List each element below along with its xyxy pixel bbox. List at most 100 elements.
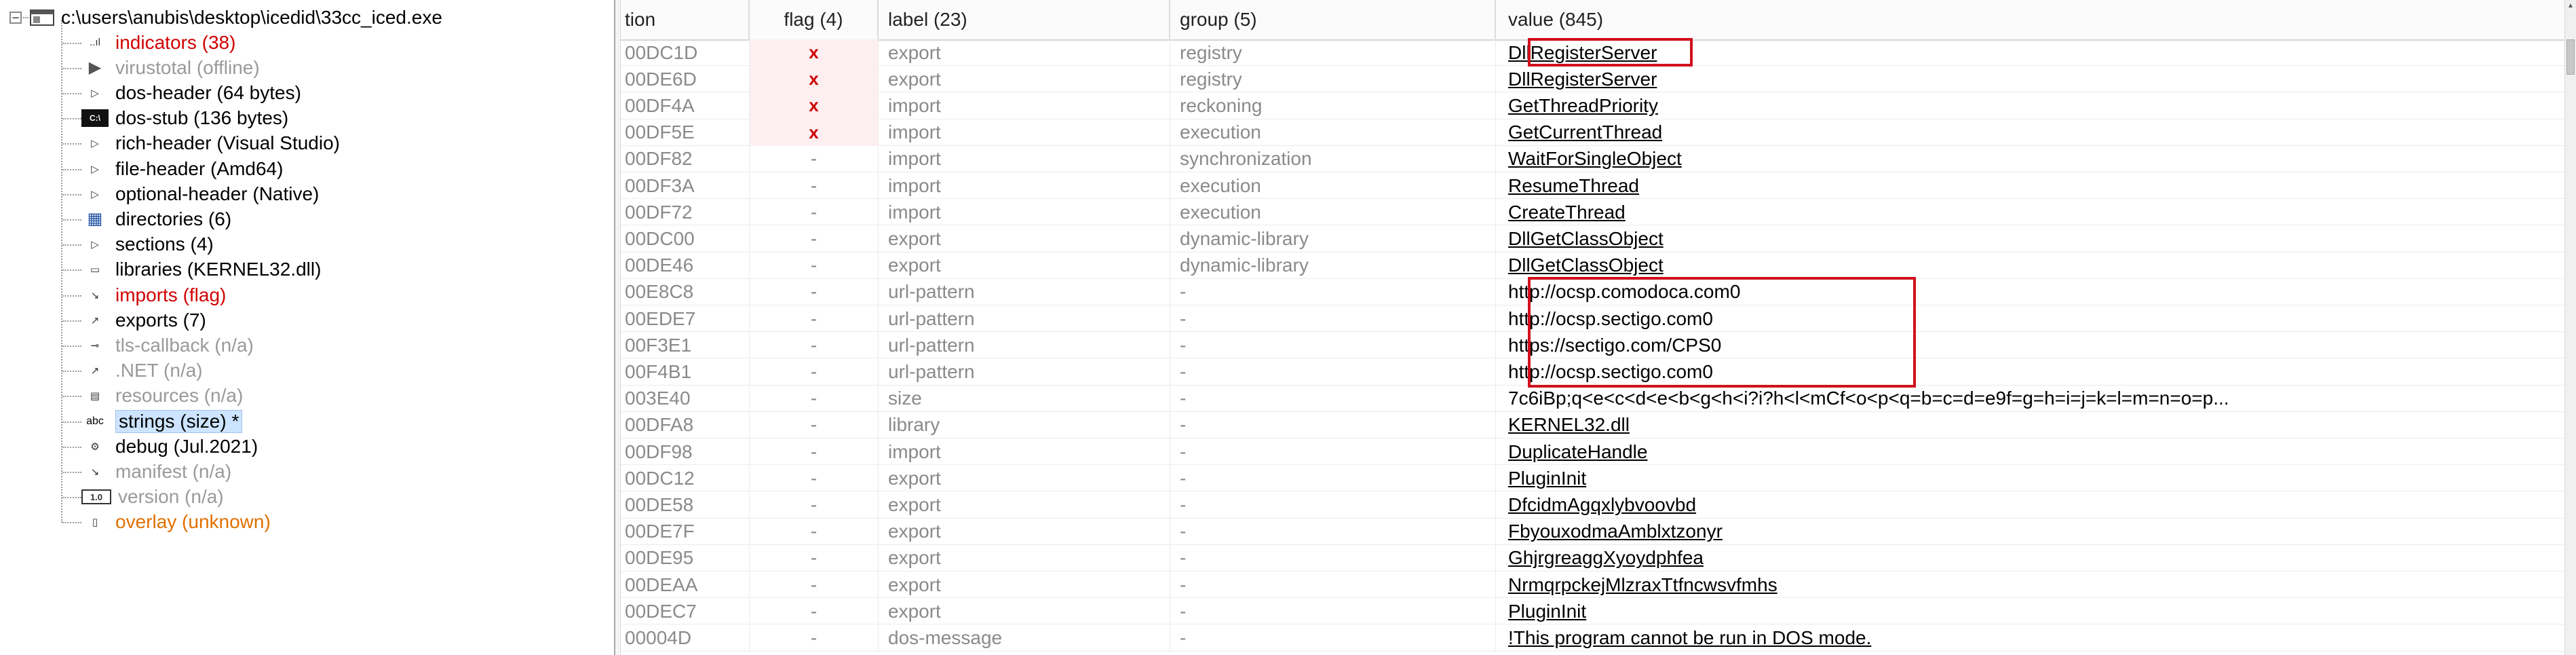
table-row[interactable]: 003E40 - size - 7c6iBp;q<e<c<d<e<b<g<h<i?i?h… xyxy=(621,385,2576,412)
table-row[interactable]: 00DF4A x import reckoning GetThreadPriority xyxy=(621,92,2576,119)
value-cell[interactable]: PluginInit xyxy=(1496,465,2576,492)
scroll-up-arrow-icon[interactable]: ▲ xyxy=(2567,1,2575,11)
value-cell[interactable]: DfcidmAgqxlybvoovbd xyxy=(1496,491,2576,519)
value-cell[interactable]: GhjrgreaggXyoydphfea xyxy=(1496,544,2576,572)
value-cell[interactable]: GetCurrentThread xyxy=(1496,119,2576,146)
value-text[interactable]: DllGetClassObject xyxy=(1508,228,1664,250)
tree-item[interactable]: 1.0 version (n/a) xyxy=(81,485,224,510)
value-text[interactable]: ResumeThread xyxy=(1508,175,1639,197)
flag-cell: - xyxy=(750,225,879,252)
table-row[interactable]: 00DFA8 - library - KERNEL32.dll xyxy=(621,411,2576,438)
tree-item[interactable]: ▷ rich-header (Visual Studio) xyxy=(81,131,340,156)
tree-item[interactable]: ..ıl indicators (38) xyxy=(81,30,235,55)
tree-item[interactable]: abc strings (size) * xyxy=(81,409,243,434)
offset-cell: 00DEAA xyxy=(621,572,750,599)
tree-root[interactable]: − c:\users\anubis\desktop\icedid\33cc_ic… xyxy=(9,5,442,30)
panel-splitter[interactable] xyxy=(614,0,621,655)
tree-item[interactable]: ▯ overlay (unknown) xyxy=(81,510,271,535)
column-header-label[interactable]: label (23) xyxy=(879,0,1170,39)
scrollbar-thumb[interactable] xyxy=(2567,39,2575,75)
expand-arrow-icon[interactable]: ▷ xyxy=(81,134,109,152)
value-text[interactable]: DuplicateHandle xyxy=(1508,441,1647,463)
expand-arrow-icon[interactable]: ▷ xyxy=(81,160,109,178)
table-row[interactable]: 00DF98 - import - DuplicateHandle xyxy=(621,438,2576,466)
value-text[interactable]: !This program cannot be run in DOS mode. xyxy=(1508,627,1871,649)
tree-item[interactable]: ▭ libraries (KERNEL32.dll) xyxy=(81,257,322,282)
value-text[interactable]: DllGetClassObject xyxy=(1508,255,1664,276)
value-text[interactable]: DllRegisterServer xyxy=(1508,69,1657,90)
tree-item[interactable]: ▷ optional-header (Native) xyxy=(81,181,319,206)
value-cell[interactable]: PluginInit xyxy=(1496,598,2576,625)
exports-icon: ↗ xyxy=(90,314,100,326)
tree-item[interactable]: ↘ imports (flag) xyxy=(81,282,227,307)
value-cell[interactable]: DllRegisterServer xyxy=(1496,66,2576,93)
column-header-group[interactable]: group (5) xyxy=(1170,0,1496,39)
table-row[interactable]: 00DE95 - export - GhjrgreaggXyoydphfea xyxy=(621,544,2576,572)
value-cell[interactable]: GetThreadPriority xyxy=(1496,92,2576,119)
value-cell[interactable]: DllGetClassObject xyxy=(1496,225,2576,252)
value-cell[interactable]: ResumeThread xyxy=(1496,172,2576,200)
table-row[interactable]: 00DEAA - export - NrmqrpckejMlzraxTtfncwsvfm… xyxy=(621,572,2576,599)
column-header-offset[interactable]: tion xyxy=(621,0,750,39)
value-text[interactable]: PluginInit xyxy=(1508,601,1586,622)
tree-item[interactable]: ▷ file-header (Amd64) xyxy=(81,156,283,181)
value-cell[interactable]: WaitForSingleObject xyxy=(1496,145,2576,172)
tree-item[interactable]: ↗ .NET (n/a) xyxy=(81,358,203,383)
collapse-icon[interactable]: − xyxy=(9,12,22,24)
expand-arrow-icon[interactable]: ▷ xyxy=(81,185,109,203)
value-text[interactable]: KERNEL32.dll xyxy=(1508,414,1630,436)
group-cell: - xyxy=(1170,518,1496,545)
table-row[interactable]: 00DC00 - export dynamic-library DllGetClassO… xyxy=(621,225,2576,252)
value-text[interactable]: PluginInit xyxy=(1508,468,1586,489)
table-row[interactable]: 00004D - dos-message - !This program cannot … xyxy=(621,624,2576,652)
table-row[interactable]: 00DE58 - export - DfcidmAgqxlybvoovbd xyxy=(621,491,2576,519)
group-cell-text: - xyxy=(1180,307,1187,329)
flag-cell: - xyxy=(750,544,879,572)
value-text[interactable]: NrmqrpckejMlzraxTtfncwsvfmhs xyxy=(1508,574,1777,596)
value-text[interactable]: FbyouxodmaAmblxtzonyr xyxy=(1508,521,1723,542)
tree-item[interactable]: ↗ exports (7) xyxy=(81,307,206,333)
value-text[interactable]: GetThreadPriority xyxy=(1508,95,1658,117)
value-text[interactable]: DfcidmAgqxlybvoovbd xyxy=(1508,494,1696,516)
value-cell[interactable]: !This program cannot be run in DOS mode. xyxy=(1496,624,2576,652)
value-cell[interactable]: KERNEL32.dll xyxy=(1496,411,2576,438)
table-row[interactable]: 00DF72 - import execution CreateThread xyxy=(621,199,2576,226)
tree-item[interactable]: ⚙ debug (Jul.2021) xyxy=(81,434,258,459)
label-cell-text: url-pattern xyxy=(888,334,975,356)
value-cell[interactable]: DllGetClassObject xyxy=(1496,252,2576,279)
table-row[interactable]: 00DE7F - export - FbyouxodmaAmblxtzonyr xyxy=(621,518,2576,545)
tree-item[interactable]: ▶ virustotal (offline) xyxy=(81,55,260,80)
tree-item[interactable]: ↘ manifest (n/a) xyxy=(81,459,231,484)
table-row[interactable]: 00DF5E x import execution GetCurrentThread xyxy=(621,119,2576,146)
value-text[interactable]: GetCurrentThread xyxy=(1508,121,1662,143)
tree-item[interactable]: ▷ sections (4) xyxy=(81,232,214,257)
debug-icon: ⚙ xyxy=(90,441,100,453)
column-header-value[interactable]: value (845) xyxy=(1496,0,2576,39)
value-text[interactable]: CreateThread xyxy=(1508,202,1626,223)
table-row[interactable]: 00DEC7 - export - PluginInit xyxy=(621,598,2576,625)
tree-item[interactable]: C:\ dos-stub (136 bytes) xyxy=(81,106,288,131)
value-cell[interactable]: CreateThread xyxy=(1496,199,2576,226)
value-cell[interactable]: DuplicateHandle xyxy=(1496,438,2576,466)
expand-arrow-icon[interactable]: ▷ xyxy=(81,84,109,102)
group-cell: - xyxy=(1170,332,1496,359)
table-row[interactable]: 00DE6D x export registry DllRegisterServer xyxy=(621,66,2576,93)
table-row[interactable]: 00DE46 - export dynamic-library DllGetClassO… xyxy=(621,252,2576,279)
tree-item[interactable]: ▤ resources (n/a) xyxy=(81,383,243,409)
expand-arrow-icon[interactable]: ▷ xyxy=(81,236,109,253)
column-header-flag[interactable]: flag (4) xyxy=(750,0,879,39)
value-cell[interactable]: FbyouxodmaAmblxtzonyr xyxy=(1496,518,2576,545)
group-cell: synchronization xyxy=(1170,145,1496,172)
table-row[interactable]: 00DF3A - import execution ResumeThread xyxy=(621,172,2576,200)
value-cell[interactable]: NrmqrpckejMlzraxTtfncwsvfmhs xyxy=(1496,572,2576,599)
tree-item[interactable]: ⊸ tls-callback (n/a) xyxy=(81,333,254,358)
table-row[interactable]: 00DF82 - import synchronization WaitForSingl… xyxy=(621,145,2576,172)
value-text[interactable]: GhjrgreaggXyoydphfea xyxy=(1508,547,1704,569)
offset-cell-text: 00DF4A xyxy=(625,94,695,116)
tree-item[interactable]: ▦ directories (6) xyxy=(81,206,232,231)
value-text[interactable]: WaitForSingleObject xyxy=(1508,148,1682,170)
tree-item[interactable]: ▷ dos-header (64 bytes) xyxy=(81,80,301,105)
table-row[interactable]: 00DC12 - export - PluginInit xyxy=(621,465,2576,492)
label-cell-text: import xyxy=(888,441,941,462)
vertical-scrollbar[interactable]: ▲ xyxy=(2564,0,2576,655)
